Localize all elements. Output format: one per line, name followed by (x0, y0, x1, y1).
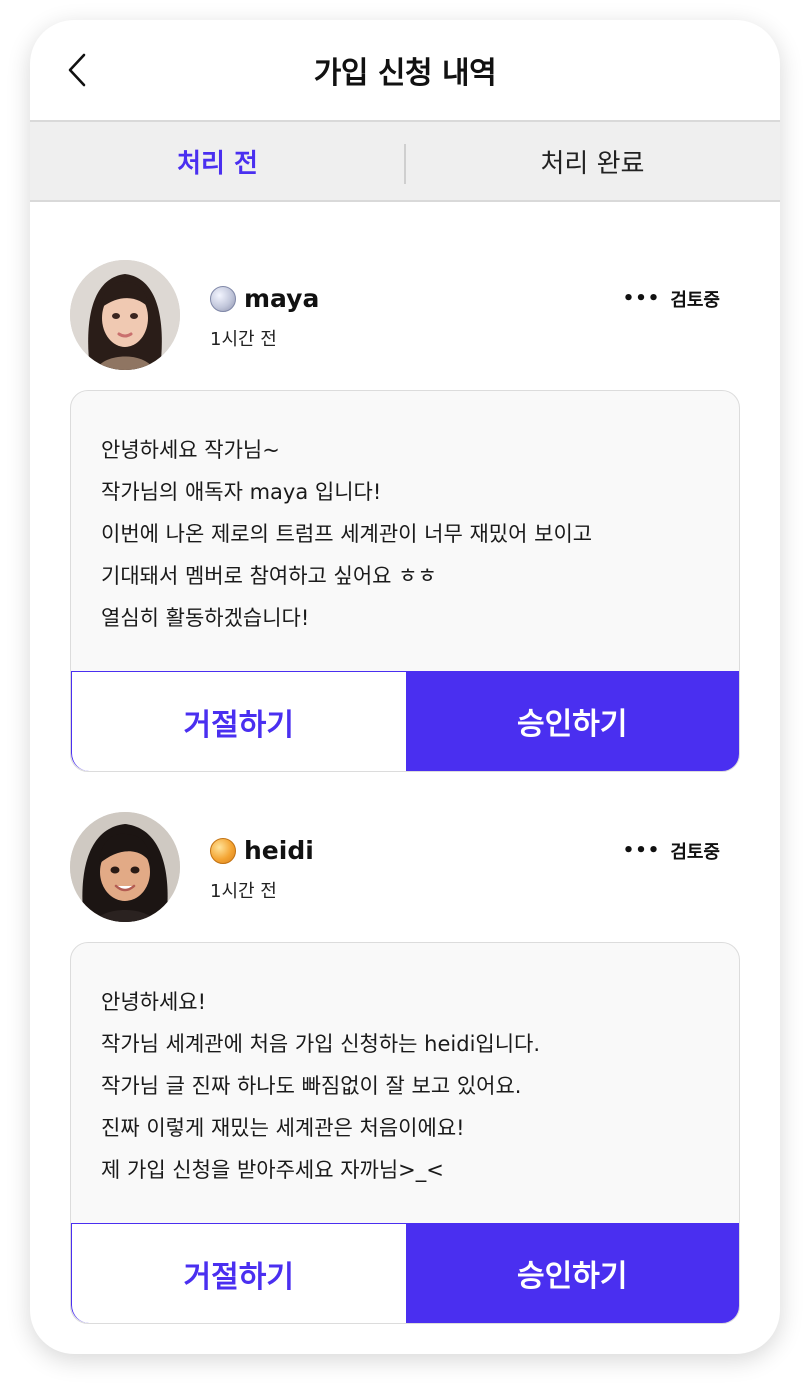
back-arrow-icon[interactable] (64, 52, 92, 88)
message-line: 안녕하세요! (101, 990, 207, 1014)
action-buttons: 거절하기 승인하기 (71, 1223, 739, 1323)
more-dots-icon: ••• (622, 288, 661, 309)
message-line: 안녕하세요 작가님~ (101, 438, 280, 462)
header: 가입 신청 내역 (30, 20, 780, 122)
user-info: maya 1시간 전 (210, 284, 319, 351)
tab-pending[interactable]: 처리 전 (30, 143, 405, 180)
silver-badge-icon (210, 285, 236, 312)
request-message: 안녕하세요! 작가님 세계관에 처음 가입 신청하는 heidi입니다. 작가님… (101, 981, 540, 1191)
message-line: 열심히 활동하겠습니다! (101, 606, 310, 630)
gold-badge-icon (210, 837, 236, 864)
user-info: heidi 1시간 전 (210, 836, 314, 903)
approve-button[interactable]: 승인하기 (405, 1223, 739, 1323)
message-line: 기대돼서 멤버로 참여하고 싶어요 ㅎㅎ (101, 564, 437, 588)
message-line: 작가님의 애독자 maya 입니다! (101, 480, 382, 504)
status-indicator: ••• 검토중 (623, 838, 720, 864)
action-buttons: 거절하기 승인하기 (71, 671, 739, 771)
more-dots-icon: ••• (622, 840, 661, 861)
request-time: 1시간 전 (210, 329, 277, 350)
status-text: 검토중 (670, 842, 720, 863)
app-screen: 가입 신청 내역 처리 전 처리 완료 maya 1시간 전 ••• 검토중 안… (30, 20, 780, 1354)
username[interactable]: maya (244, 284, 319, 313)
message-line: 작가님 세계관에 처음 가입 신청하는 heidi입니다. (101, 1032, 541, 1056)
message-card: 안녕하세요! 작가님 세계관에 처음 가입 신청하는 heidi입니다. 작가님… (70, 942, 740, 1324)
avatar[interactable] (70, 812, 180, 922)
status-text: 검토중 (670, 290, 720, 311)
reject-button[interactable]: 거절하기 (71, 671, 406, 771)
tab-bar: 처리 전 처리 완료 (30, 122, 780, 202)
avatar[interactable] (70, 260, 180, 370)
message-line: 진짜 이렇게 재밌는 세계관은 처음이에요! (101, 1116, 465, 1140)
tab-divider (404, 144, 406, 184)
username[interactable]: heidi (244, 836, 314, 865)
tab-completed[interactable]: 처리 완료 (405, 143, 780, 180)
status-indicator: ••• 검토중 (623, 286, 720, 312)
request-item: heidi 1시간 전 ••• 검토중 안녕하세요! 작가님 세계관에 처음 가… (70, 812, 740, 1324)
message-card: 안녕하세요 작가님~ 작가님의 애독자 maya 입니다! 이번에 나온 제로의… (70, 390, 740, 772)
message-line: 제 가입 신청을 받아주세요 자까님>_< (101, 1158, 444, 1182)
message-line: 이번에 나온 제로의 트럼프 세계관이 너무 재밌어 보이고 (101, 522, 593, 546)
approve-button[interactable]: 승인하기 (405, 671, 739, 771)
message-line: 작가님 글 진짜 하나도 빠짐없이 잘 보고 있어요. (101, 1074, 522, 1098)
request-profile: heidi 1시간 전 ••• 검토중 (70, 812, 740, 922)
reject-button[interactable]: 거절하기 (71, 1223, 406, 1323)
request-item: maya 1시간 전 ••• 검토중 안녕하세요 작가님~ 작가님의 애독자 m… (70, 260, 740, 772)
request-message: 안녕하세요 작가님~ 작가님의 애독자 maya 입니다! 이번에 나온 제로의… (101, 429, 592, 639)
request-profile: maya 1시간 전 ••• 검토중 (70, 260, 740, 370)
request-time: 1시간 전 (210, 881, 277, 902)
page-title: 가입 신청 내역 (313, 56, 497, 91)
